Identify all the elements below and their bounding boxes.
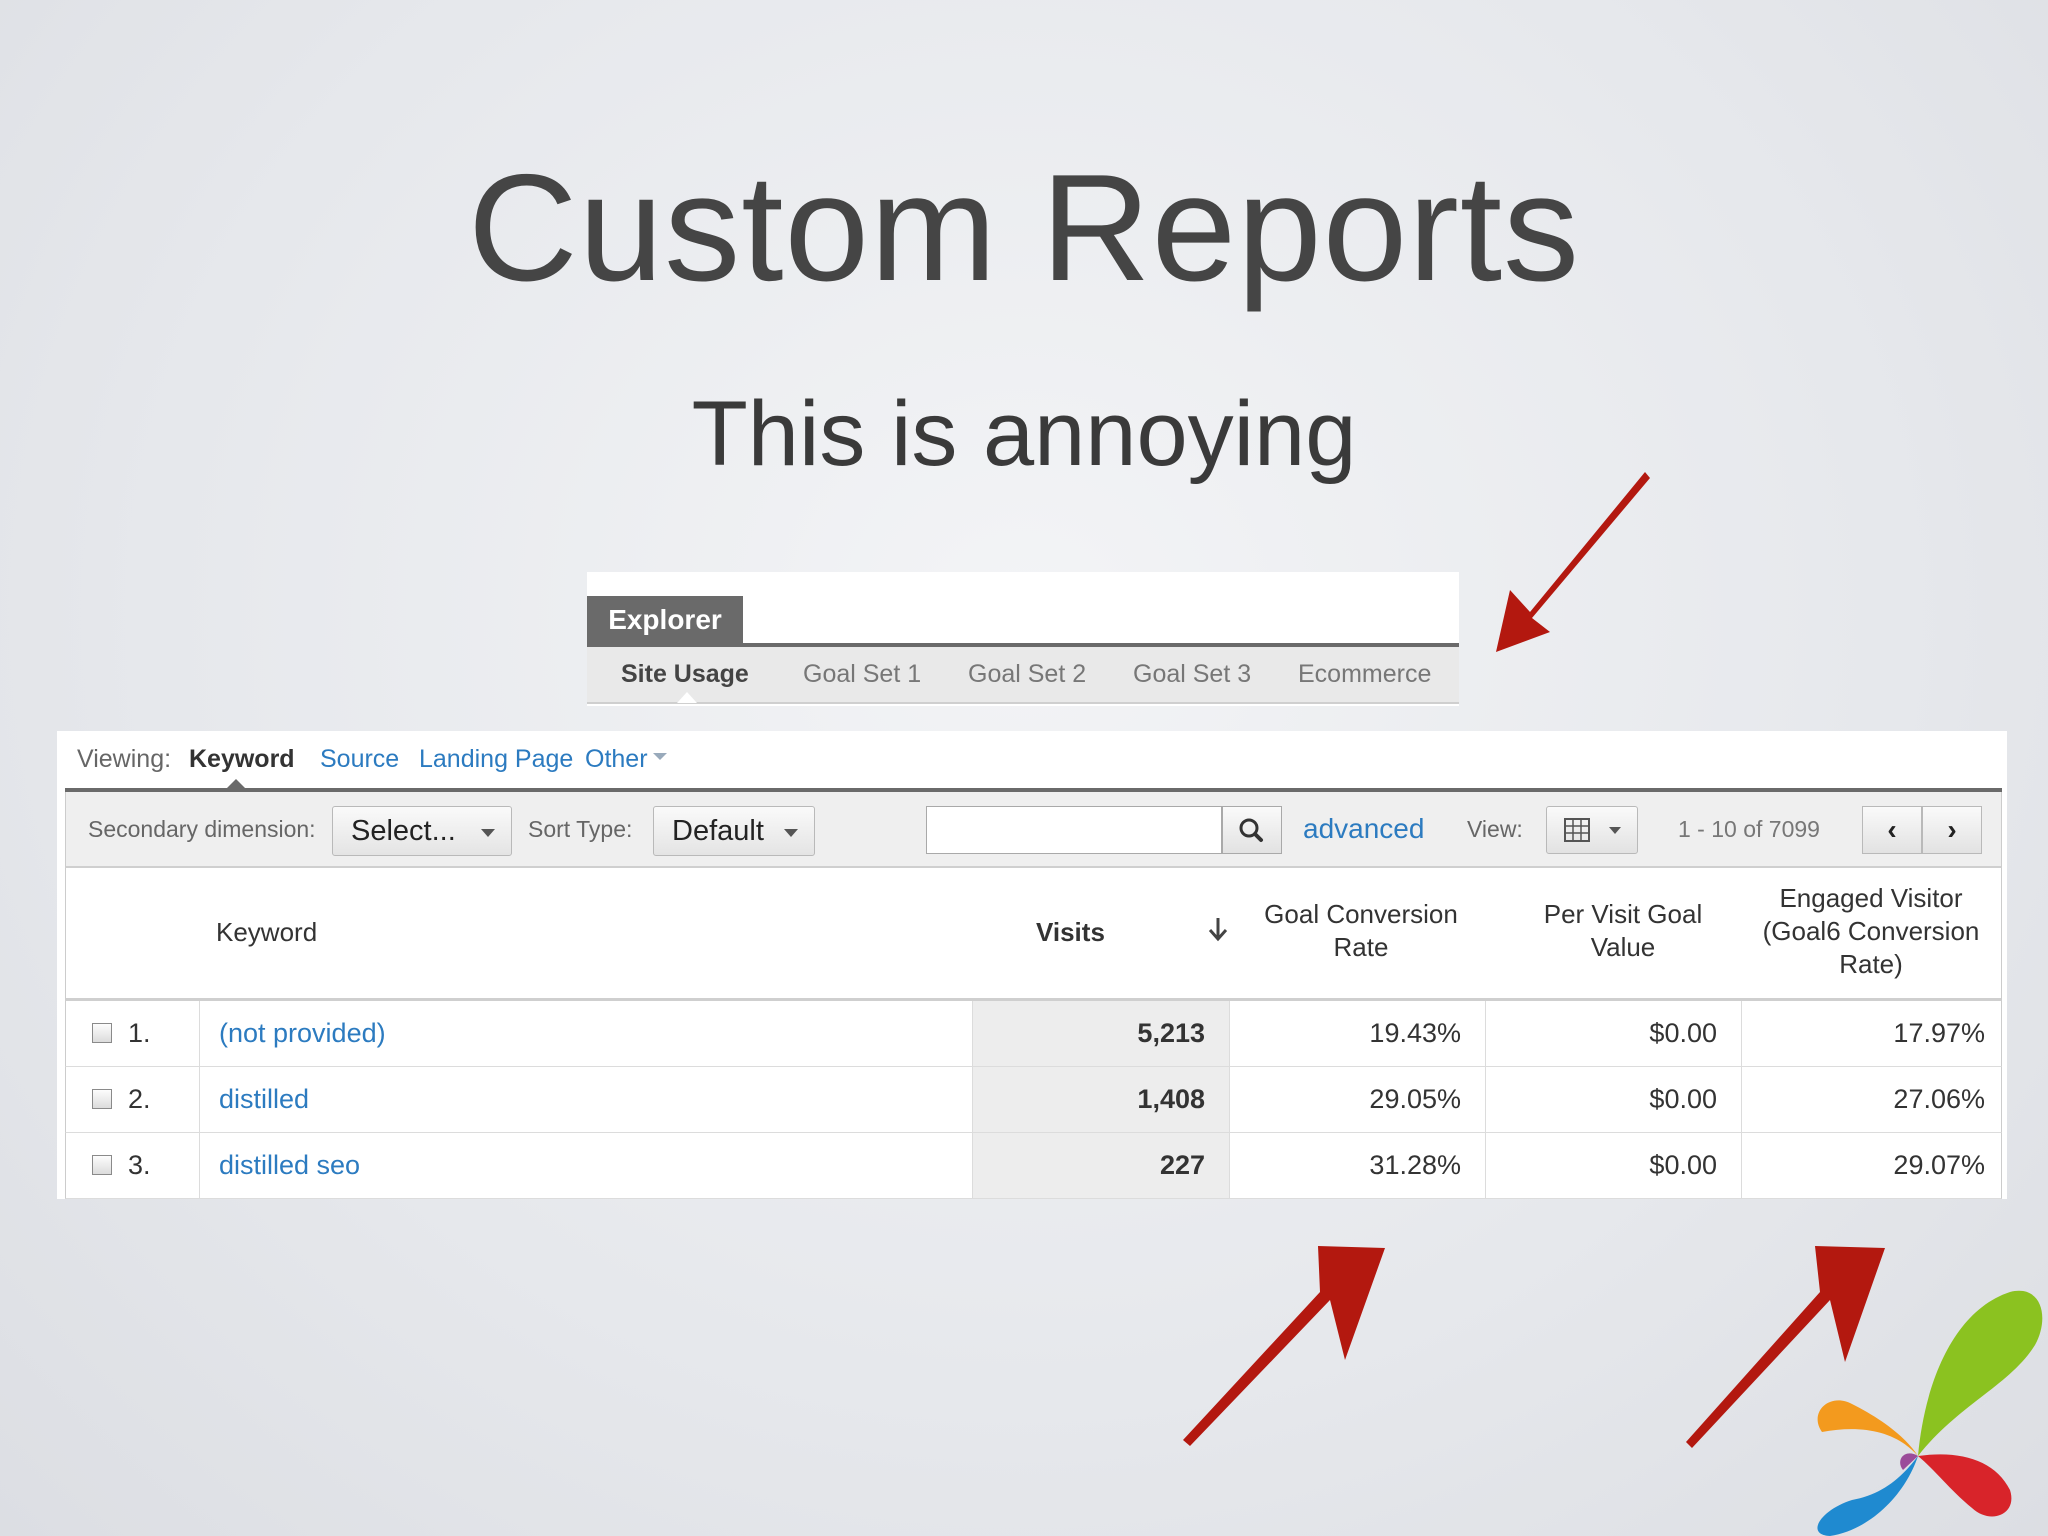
- red-arrow-icon: [1183, 1246, 1385, 1446]
- red-arrow-icon: [1496, 472, 1650, 652]
- annotation-layer: [1183, 472, 2043, 1536]
